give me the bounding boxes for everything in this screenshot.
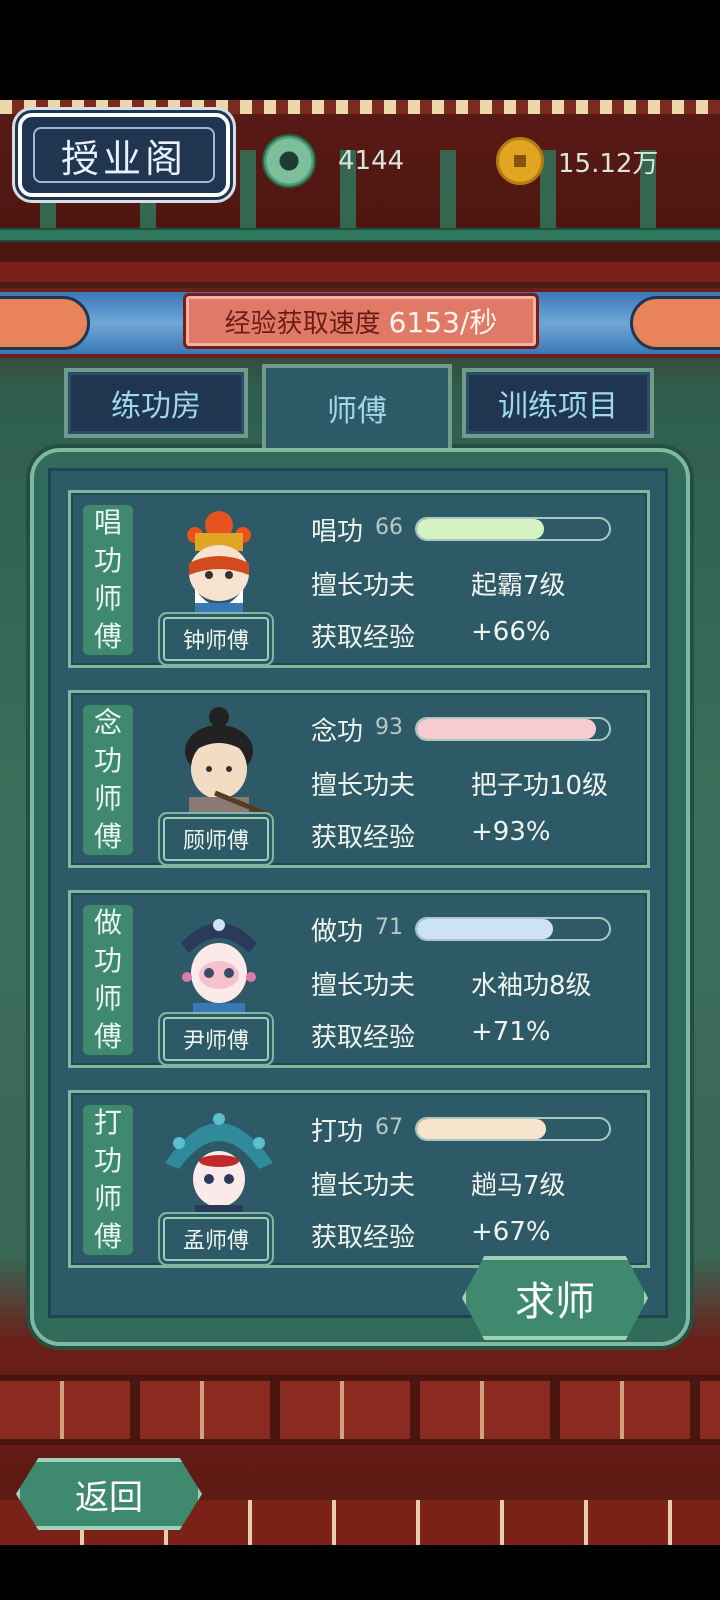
skill-value: 93 [375,715,403,740]
exp-rate-label: 经验获取速度 [224,308,381,339]
exp-rate-box: 经验获取速度 6153/秒 [183,293,539,349]
master-portrait [165,1113,273,1223]
exp-label: 获取经验 [311,1223,416,1253]
exp-value: +93% [471,817,551,847]
exp-label: 获取经验 [311,623,416,653]
coin-amount: 15.12万 [558,148,659,179]
copper-coin-icon [496,137,544,185]
tab-label: 练功房 [111,389,201,424]
skill-progress-fill [417,719,596,739]
specialty-value: 水袖功8级 [471,971,592,1001]
skill-progress-fill [417,519,544,539]
tab-label: 师傅 [327,394,387,429]
skill-progress-fill [417,1119,546,1139]
master-type-label: 打 功 师 傅 [83,1105,133,1255]
navigation-bar-area [0,1545,720,1600]
specialty-label: 擅长功夫 [311,971,416,1001]
master-name: 孟师傅 [163,1217,269,1261]
master-card[interactable]: 打 功 师 傅 孟师傅 打功 67 擅长功夫 趟马7级 获取经验 +67% [68,1090,650,1268]
skill-value: 71 [375,915,403,940]
specialty-value: 起霸7级 [471,571,566,601]
master-name: 尹师傅 [163,1017,269,1061]
lattice-window-decoration [0,1375,720,1445]
page-title: 授业阁 [60,136,187,181]
balcony-rail [0,228,720,242]
specialty-label: 擅长功夫 [311,1171,416,1201]
exp-value: +71% [471,1017,551,1047]
coin-currency: 15.12万 [496,135,658,187]
skill-progress-bar [415,1117,611,1141]
skill-progress-bar [415,917,611,941]
master-card[interactable]: 做 功 师 傅 尹师傅 做功 71 擅长功夫 水袖功8级 获取经验 +71% [68,890,650,1068]
master-type-label: 念 功 师 傅 [83,705,133,855]
skill-name: 念功 [311,717,364,747]
master-type-label: 做 功 师 傅 [83,905,133,1055]
skill-progress-bar [415,517,611,541]
skill-progress-bar [415,717,611,741]
jade-disc-icon [262,134,316,188]
master-name: 顾师傅 [163,817,269,861]
skill-name: 打功 [311,1117,364,1147]
exp-label: 获取经验 [311,1023,416,1053]
back-button[interactable]: 返回 [16,1458,202,1530]
skill-value: 67 [375,1115,403,1140]
ribbon-ornament-left [0,296,90,350]
skill-progress-fill [417,919,554,939]
master-card[interactable]: 唱 功 师 傅 钟师傅 唱功 66 擅长功夫 起霸7级 获取经验 +66% [68,490,650,668]
status-bar-area [0,0,720,100]
skill-name: 唱功 [311,517,364,547]
master-card[interactable]: 念 功 师 傅 顾师傅 念功 93 擅长功夫 把子功10级 获取经验 +93% [68,690,650,868]
master-name: 钟师傅 [163,617,269,661]
master-type-label: 唱 功 师 傅 [83,505,133,655]
tab-label: 训练项目 [498,389,618,424]
title-plaque: 授业阁 [18,113,230,197]
tab-training-items[interactable]: 训练项目 [462,368,654,438]
ribbon-ornament-right [630,296,720,350]
exp-value: +67% [471,1217,551,1247]
tab-practice-room[interactable]: 练功房 [64,368,248,438]
skill-name: 做功 [311,917,364,947]
exp-value: +66% [471,617,551,647]
master-portrait [187,511,251,623]
specialty-value: 把子功10级 [471,771,609,801]
master-portrait [185,707,270,823]
exp-label: 获取经验 [311,823,416,853]
exp-rate-value: 6153/秒 [388,306,498,339]
master-portrait [181,919,257,1023]
eave-decoration [0,100,720,114]
specialty-value: 趟马7级 [471,1171,566,1201]
jade-currency: 4144 [262,134,405,188]
tab-masters[interactable]: 师傅 [262,364,452,448]
skill-value: 66 [375,515,403,540]
seek-master-button[interactable]: 求师 [462,1256,648,1340]
specialty-label: 擅长功夫 [311,771,416,801]
jade-amount: 4144 [338,146,405,176]
red-beam [0,262,720,282]
specialty-label: 擅长功夫 [311,571,416,601]
